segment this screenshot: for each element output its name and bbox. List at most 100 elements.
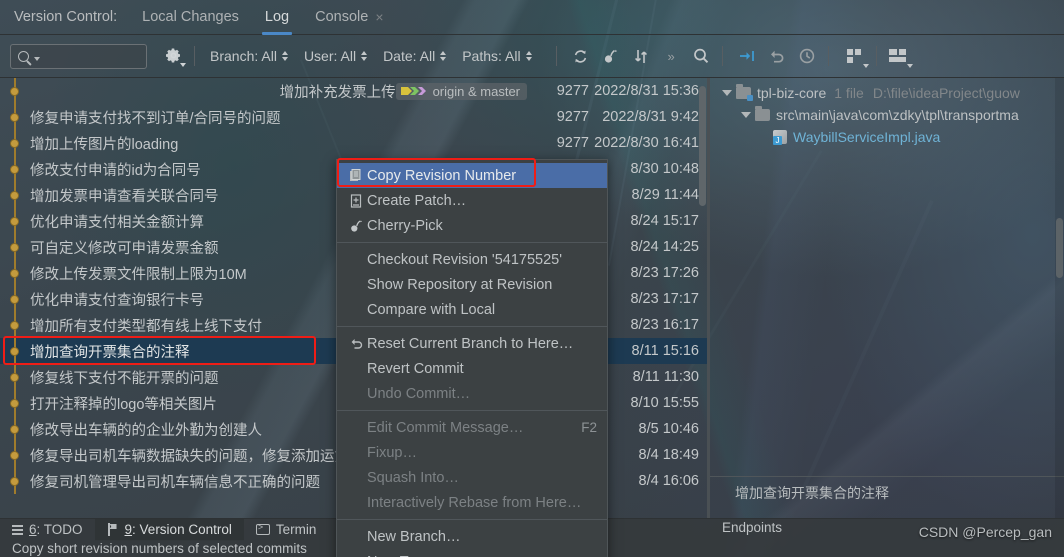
commit-row[interactable]: 增加上传图片的loading 9277 2022/8/30 16:41 xyxy=(0,130,707,156)
commit-graph-node xyxy=(0,416,30,442)
tree-node-file[interactable]: WaybillServiceImpl.java xyxy=(710,126,1064,148)
refresh-button[interactable] xyxy=(566,42,596,70)
todo-label: : TODO xyxy=(36,522,83,537)
commit-subject-text: 修复司机管理导出司机车辆信息不正确的问题 xyxy=(30,474,320,491)
module-path: D:\file\ideaProject\guow xyxy=(872,85,1020,101)
tab-console[interactable]: Console × xyxy=(302,0,396,35)
tool-window-tabbar: Version Control: Local Changes Log Conso… xyxy=(0,0,1064,35)
commit-subject: 修复申请支付找不到订单/合同号的问题 xyxy=(30,107,543,128)
commit-subject-text: 可自定义修改可申请发票金额 xyxy=(30,240,219,257)
collapse-icon xyxy=(739,51,754,61)
changed-files-scrollbar[interactable] xyxy=(1055,78,1064,518)
close-icon[interactable]: × xyxy=(375,10,383,24)
java-file-icon xyxy=(773,130,787,145)
menu-item: Edit Commit Message… F2 xyxy=(337,415,607,440)
menu-item-label: Checkout Revision '54175525' xyxy=(367,251,562,268)
sort-icon xyxy=(634,49,647,63)
history-button[interactable] xyxy=(792,42,822,70)
layout-grid-button[interactable] xyxy=(838,42,872,70)
menu-item: Squash Into… xyxy=(337,465,607,490)
scrollbar-thumb[interactable] xyxy=(1056,218,1063,278)
commit-hash: 9277 xyxy=(556,83,589,99)
toolwindow-button-todo[interactable]: 6: TODO xyxy=(0,519,95,541)
endpoints-button[interactable]: Endpoints xyxy=(722,520,782,535)
menu-item[interactable]: Reset Current Branch to Here… xyxy=(337,331,607,356)
find-button[interactable] xyxy=(686,42,716,70)
menu-item[interactable]: New Branch… xyxy=(337,524,607,549)
commit-list-scrollbar[interactable] xyxy=(698,78,707,518)
gear-icon xyxy=(166,48,180,63)
changed-files-panel[interactable]: tpl-biz-core 1 file D:\file\ideaProject\… xyxy=(710,78,1064,518)
tree-node-root[interactable]: tpl-biz-core 1 file D:\file\ideaProject\… xyxy=(710,82,1064,104)
sort-button[interactable] xyxy=(626,42,656,70)
commit-subject-text: 修改支付申请的id为合同号 xyxy=(30,162,201,179)
revert-button[interactable] xyxy=(762,42,792,70)
branch-filter[interactable]: Branch: All xyxy=(204,48,294,64)
cherry-pick-button[interactable] xyxy=(596,42,626,70)
settings-button[interactable] xyxy=(163,45,186,67)
overflow-button[interactable]: » xyxy=(656,42,686,70)
divider xyxy=(710,476,1064,477)
todo-icon xyxy=(12,524,23,535)
commit-context-menu[interactable]: Copy Revision Number Create Patch… Cherry-… xyxy=(336,159,608,557)
find-icon xyxy=(693,48,708,63)
scrollbar-thumb[interactable] xyxy=(699,86,706,206)
menu-item: Interactively Rebase from Here… xyxy=(337,490,607,515)
chevron-updown-icon xyxy=(281,51,288,61)
menu-item-label: Create Patch… xyxy=(367,192,467,209)
tab-log[interactable]: Log xyxy=(252,0,302,35)
paths-filter[interactable]: Paths: All xyxy=(456,48,537,64)
divider xyxy=(827,46,829,66)
user-filter[interactable]: User: All xyxy=(298,48,373,64)
divider xyxy=(875,46,877,66)
menu-item[interactable]: Create Patch… xyxy=(337,188,607,213)
date-filter-label: Date: All xyxy=(383,48,436,64)
commit-subject-text: 增加发票申请查看关联合同号 xyxy=(30,188,219,205)
toolwindow-button-version-control[interactable]: 9: Version Control xyxy=(94,518,244,541)
menu-item[interactable]: New Tag… xyxy=(337,549,607,557)
commit-subject-text: 优化申请支付相关金额计算 xyxy=(30,214,204,231)
menu-item-label: Reset Current Branch to Here… xyxy=(367,335,574,352)
toolwindow-button-terminal[interactable]: Termin xyxy=(244,519,329,541)
chevron-down-icon[interactable] xyxy=(718,90,736,96)
watermark: CSDN @Percep_gan xyxy=(918,524,1052,540)
tab-label: Local Changes xyxy=(142,9,239,25)
menu-item[interactable]: Compare with Local xyxy=(337,297,607,322)
copy-icon xyxy=(345,168,367,183)
chevron-down-icon[interactable] xyxy=(34,56,40,61)
chevron-down-icon[interactable] xyxy=(737,112,755,118)
menu-item[interactable]: Show Repository at Revision xyxy=(337,272,607,297)
menu-item-label: Interactively Rebase from Here… xyxy=(367,494,582,511)
file-name: WaybillServiceImpl.java xyxy=(793,129,941,145)
cherry-icon xyxy=(345,219,367,233)
layout-panes-button[interactable] xyxy=(881,42,915,70)
date-filter[interactable]: Date: All xyxy=(377,48,452,64)
search-input[interactable] xyxy=(10,43,147,69)
branch-filter-label: Branch: All xyxy=(210,48,277,64)
menu-item-label: Edit Commit Message… xyxy=(367,419,524,436)
tool-window-title: Version Control: xyxy=(14,9,118,25)
menu-item-label: Compare with Local xyxy=(367,301,496,318)
menu-item[interactable]: Revert Commit xyxy=(337,356,607,381)
vcs-shortcut-number: 9 xyxy=(124,522,133,537)
menu-item[interactable]: Checkout Revision '54175525' xyxy=(337,247,607,272)
tab-local-changes[interactable]: Local Changes xyxy=(129,0,252,35)
chevron-down-icon xyxy=(180,63,186,67)
menu-item-label: Revert Commit xyxy=(367,360,464,377)
commit-date: 2022/8/31 15:36 xyxy=(594,83,699,99)
menu-separator xyxy=(337,242,607,243)
menu-item-shortcut: F2 xyxy=(581,420,597,435)
menu-item[interactable]: Copy Revision Number xyxy=(337,163,607,188)
commit-subject-text: 修改导出车辆的的企业外勤为创建人 xyxy=(30,422,262,439)
commit-row[interactable]: origin & master 增加补充发票上传 9277 2022/8/31 15:… xyxy=(0,78,707,104)
menu-item-label: Fixup… xyxy=(367,444,417,461)
tree-node-package[interactable]: src\main\java\com\zdky\tpl\transportma xyxy=(710,104,1064,126)
commit-row[interactable]: 修复申请支付找不到订单/合同号的问题 9277 2022/8/31 9:42 xyxy=(0,104,707,130)
user-filter-label: User: All xyxy=(303,48,357,64)
commit-date: 2022/8/31 9:42 xyxy=(602,109,699,125)
menu-item[interactable]: Cherry-Pick xyxy=(337,213,607,238)
commit-graph-node xyxy=(0,182,30,208)
collapse-button[interactable] xyxy=(732,42,762,70)
layout-panes-icon xyxy=(889,49,907,62)
menu-item-label: Squash Into… xyxy=(367,469,459,486)
